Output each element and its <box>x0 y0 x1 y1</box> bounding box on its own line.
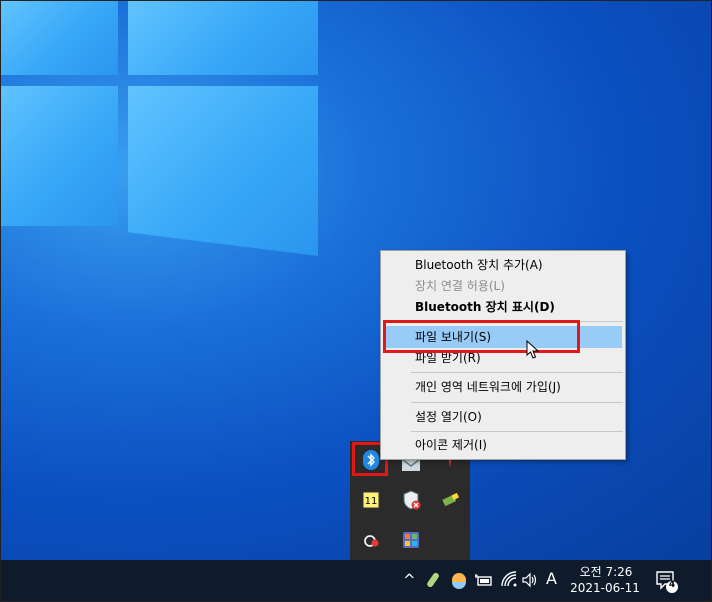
show-hidden-icons-chevron[interactable]: ^ <box>403 571 416 589</box>
menu-item-remove-icon[interactable]: 아이콘 제거(I) <box>415 435 487 455</box>
windows-logo-pane <box>128 86 318 256</box>
menu-separator <box>411 431 623 432</box>
wifi-icon[interactable] <box>500 570 518 594</box>
volume-icon[interactable] <box>521 570 539 594</box>
cloud-sync-icon[interactable] <box>360 529 382 551</box>
battery-plug-icon[interactable] <box>474 570 494 594</box>
bluetooth-context-menu: Bluetooth 장치 추가(A) 장치 연결 허용(L) Bluetooth… <box>380 250 626 460</box>
menu-item-join-pan[interactable]: 개인 영역 네트워크에 가입(J) <box>415 377 561 397</box>
windows-logo-pane <box>128 0 318 75</box>
clock-time[interactable]: 오전 7:26 <box>576 563 636 580</box>
menu-item-add-bluetooth-device[interactable]: Bluetooth 장치 추가(A) <box>415 255 543 275</box>
clock-date[interactable]: 2021-06-11 <box>568 581 642 595</box>
notification-count-badge: 4 <box>668 580 676 590</box>
menu-separator <box>411 402 623 403</box>
taskbar: ^ A 오전 7:26 2021-06-11 4 <box>0 560 712 602</box>
usb-drive-icon[interactable] <box>440 489 462 511</box>
mouse-cursor-icon <box>526 339 540 364</box>
note-badge-text: 11 <box>365 496 378 507</box>
menu-item-open-settings[interactable]: 설정 열기(O) <box>415 407 482 427</box>
weather-icon[interactable] <box>450 570 468 594</box>
windows-logo-pane <box>0 86 118 226</box>
windows-logo-pane <box>0 0 118 75</box>
note-11-icon[interactable]: 11 <box>360 489 382 511</box>
send-file-annotation-box <box>383 320 580 353</box>
menu-item-allow-connect: 장치 연결 허용(L) <box>415 279 505 293</box>
notification-center-icon[interactable]: 4 <box>654 569 680 595</box>
ime-indicator[interactable]: A <box>546 569 557 588</box>
menu-separator <box>411 372 623 373</box>
security-warning-icon[interactable] <box>400 489 422 511</box>
app-grid-icon[interactable] <box>400 529 422 551</box>
pen-tray-icon[interactable] <box>425 570 443 594</box>
menu-item-show-bluetooth-devices[interactable]: Bluetooth 장치 표시(D) <box>415 297 555 317</box>
